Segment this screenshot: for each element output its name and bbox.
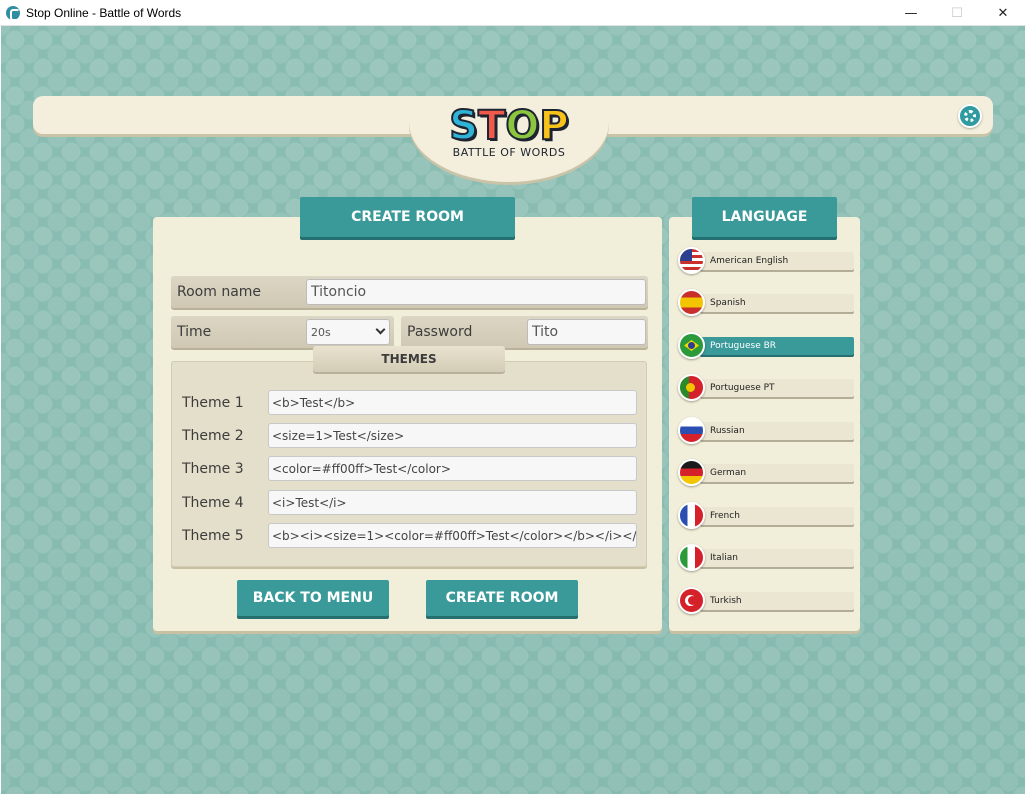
window-controls: — ☐ ✕ [888, 0, 1026, 26]
password-label: Password [407, 324, 473, 340]
settings-button[interactable] [958, 104, 982, 128]
room-name-label: Room name [177, 284, 262, 300]
russia-flag-icon [678, 417, 705, 444]
theme-1-label: Theme 1 [182, 395, 244, 411]
logo-letter-s: S [448, 103, 479, 149]
language-label: French [700, 507, 854, 525]
create-room-header: CREATE ROOM [300, 197, 515, 237]
time-select-value: 20s [311, 325, 331, 339]
language-item-russian[interactable]: Russian [678, 417, 854, 447]
themes-header: THEMES [313, 346, 505, 372]
maximize-button[interactable]: ☐ [934, 0, 980, 26]
brazil-flag-icon [678, 332, 705, 359]
create-room-button[interactable]: CREATE ROOM [426, 580, 578, 616]
language-item-french[interactable]: French [678, 502, 854, 532]
window-title: Stop Online - Battle of Words [26, 5, 182, 20]
theme-4-input[interactable]: <i>Test</i> [268, 490, 637, 515]
language-label: Italian [700, 549, 854, 567]
language-label: Portuguese BR [700, 337, 854, 355]
language-label: Portuguese PT [700, 379, 854, 397]
us-flag-icon [678, 247, 705, 274]
logo-stop: S T O P [448, 103, 569, 149]
language-item-american-english[interactable]: American English [678, 247, 854, 277]
language-label: Russian [700, 422, 854, 440]
logo-letter-p: P [538, 103, 569, 149]
close-button[interactable]: ✕ [980, 0, 1026, 26]
theme-3-input[interactable]: <color=#ff00ff>Test</color> [268, 456, 637, 481]
language-item-german[interactable]: German [678, 459, 854, 489]
logo-letter-t: T [477, 103, 506, 149]
theme-1-input[interactable]: <b>Test</b> [268, 390, 637, 415]
theme-4-label: Theme 4 [182, 495, 244, 511]
language-item-turkish[interactable]: Turkish [678, 587, 854, 617]
spain-flag-icon [678, 289, 705, 316]
time-label: Time [177, 324, 212, 340]
france-flag-icon [678, 502, 705, 529]
chevron-down-icon [375, 324, 386, 335]
language-label: Spanish [700, 294, 854, 312]
theme-2-input[interactable]: <size=1>Test</size> [268, 423, 637, 448]
app-icon [6, 5, 20, 21]
theme-2-label: Theme 2 [182, 428, 244, 444]
language-item-portuguese-pt[interactable]: Portuguese PT [678, 374, 854, 404]
portugal-flag-icon [678, 374, 705, 401]
language-label: American English [700, 252, 854, 270]
back-to-menu-button[interactable]: BACK TO MENU [237, 580, 389, 616]
logo-subtitle: BATTLE OF WORDS [452, 146, 566, 159]
language-label: German [700, 464, 854, 482]
gear-icon [964, 110, 976, 122]
language-label: Turkish [700, 592, 854, 610]
germany-flag-icon [678, 459, 705, 486]
window-titlebar: Stop Online - Battle of Words — ☐ ✕ [0, 0, 1026, 26]
theme-5-label: Theme 5 [182, 528, 244, 544]
language-item-italian[interactable]: Italian [678, 544, 854, 574]
language-item-portuguese-br[interactable]: Portuguese BR [678, 332, 854, 362]
password-input[interactable]: Tito [527, 319, 646, 345]
turkey-flag-icon [678, 587, 705, 614]
logo-letter-o: O [504, 103, 540, 149]
time-select[interactable]: 20s [306, 319, 390, 345]
theme-3-label: Theme 3 [182, 461, 244, 477]
theme-5-input[interactable]: <b><i><size=1><color=#ff00ff>Test</color… [268, 523, 637, 548]
language-header: LANGUAGE [692, 197, 837, 237]
italy-flag-icon [678, 544, 705, 571]
room-name-input[interactable]: Titoncio [306, 279, 646, 305]
minimize-button[interactable]: — [888, 0, 934, 26]
language-item-spanish[interactable]: Spanish [678, 289, 854, 319]
